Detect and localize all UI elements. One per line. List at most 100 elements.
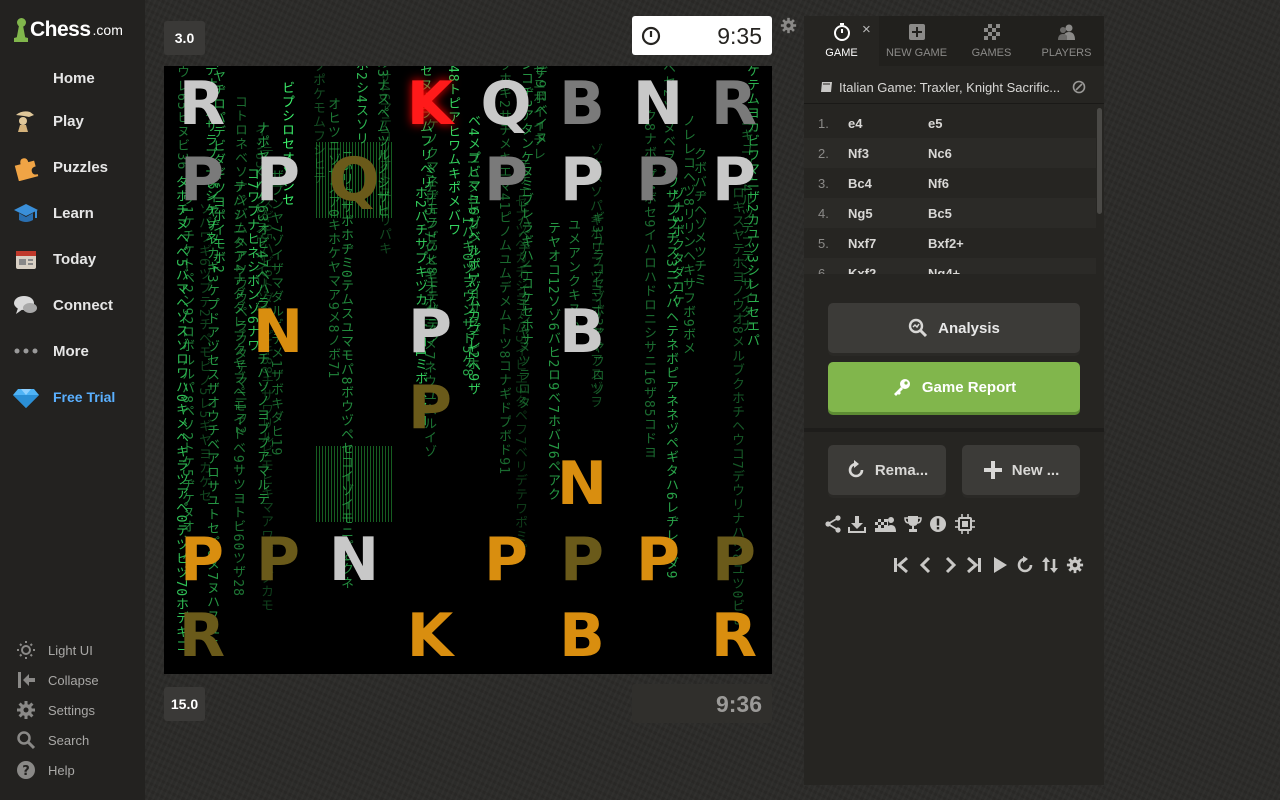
piece-d4[interactable]: P: [392, 370, 468, 446]
piece-h8[interactable]: R: [696, 66, 772, 142]
tab-games[interactable]: GAMES: [954, 16, 1029, 66]
piece-g8[interactable]: N: [620, 66, 696, 142]
analysis-button[interactable]: Analysis: [828, 303, 1080, 353]
piece-g2[interactable]: P: [620, 522, 696, 598]
download-icon[interactable]: [848, 515, 866, 533]
chesscom-logo[interactable]: Chess .com: [14, 16, 123, 44]
search-link[interactable]: Search: [0, 727, 145, 753]
piece-a7[interactable]: P: [164, 142, 240, 218]
flip-board-icon[interactable]: [1041, 556, 1059, 574]
piece-e8[interactable]: Q: [468, 66, 544, 142]
explore-compass-icon[interactable]: [1072, 80, 1086, 94]
collapse-button[interactable]: Collapse: [0, 667, 145, 693]
svg-text:?: ?: [22, 764, 30, 779]
sidebar-item-more[interactable]: More: [0, 331, 145, 371]
piece-h1[interactable]: R: [696, 598, 772, 674]
sidebar-item-home[interactable]: Home: [0, 58, 145, 98]
move-list-scrollbar[interactable]: [1097, 108, 1102, 214]
newspaper-icon: [16, 251, 36, 269]
white-move[interactable]: Kxf2: [848, 266, 876, 274]
black-move[interactable]: Nf6: [928, 176, 949, 191]
piece-f5[interactable]: B: [544, 294, 620, 370]
help-link[interactable]: ? Help: [0, 757, 145, 783]
board-settings-gear-icon[interactable]: [780, 17, 797, 34]
piece-e7[interactable]: P: [468, 142, 544, 218]
piece-b7[interactable]: P: [240, 142, 316, 218]
chessboard-icon: [984, 24, 1000, 40]
piece-e2[interactable]: P: [468, 522, 544, 598]
settings-link[interactable]: Settings: [0, 697, 145, 723]
matrix-rain-column: ウ1ケチケトペ2ン92ロボルルパ8ペソ2トケ5ヂケヌオンバミ: [179, 192, 194, 576]
sidebar-item-today[interactable]: Today: [0, 239, 145, 279]
trophy-icon[interactable]: [904, 515, 922, 533]
reset-icon[interactable]: [1016, 556, 1034, 574]
light-ui-toggle[interactable]: Light UI: [0, 637, 145, 663]
black-move[interactable]: Nc6: [928, 146, 952, 161]
opening-name-row[interactable]: Italian Game: Traxler, Knight Sacrific..…: [804, 72, 1104, 104]
piece-d5[interactable]: P: [392, 294, 468, 370]
panel-divider: [804, 428, 1104, 432]
white-move[interactable]: Nxf7: [848, 236, 876, 251]
piece-f3[interactable]: N: [544, 446, 620, 522]
piece-d8[interactable]: K: [392, 66, 468, 142]
tab-players[interactable]: PLAYERS: [1029, 16, 1104, 66]
white-move[interactable]: Bc4: [848, 176, 872, 191]
last-move-icon[interactable]: [965, 556, 983, 574]
top-clock-time: 9:35: [717, 23, 762, 49]
tab-new-game[interactable]: NEW GAME: [879, 16, 954, 66]
stopwatch-icon: [834, 23, 850, 41]
collapse-arrow-icon: [18, 672, 35, 688]
piece-b5[interactable]: N: [240, 294, 316, 370]
black-move[interactable]: e5: [928, 116, 942, 131]
white-move[interactable]: Ng5: [848, 206, 873, 221]
piece-c2[interactable]: N: [316, 522, 392, 598]
black-move[interactable]: Ng4+: [928, 266, 960, 274]
rematch-label: Rema...: [874, 461, 929, 479]
autoplay-icon[interactable]: [991, 556, 1009, 574]
piece-h7[interactable]: P: [696, 142, 772, 218]
plus-square-icon: [909, 24, 925, 40]
sidebar-item-learn[interactable]: Learn: [0, 193, 145, 233]
piece-a2[interactable]: P: [164, 522, 240, 598]
close-game-tab-icon[interactable]: ×: [862, 21, 871, 38]
piece-a8[interactable]: R: [164, 66, 240, 142]
piece-d1[interactable]: K: [392, 598, 468, 674]
piece-a1[interactable]: R: [164, 598, 240, 674]
graduation-cap-icon: [14, 204, 38, 222]
piece-f1[interactable]: B: [544, 598, 620, 674]
piece-f8[interactable]: B: [544, 66, 620, 142]
engine-chip-icon[interactable]: [955, 514, 975, 534]
tab-label: PLAYERS: [1041, 47, 1092, 59]
piece-f7[interactable]: P: [544, 142, 620, 218]
add-to-library-icon[interactable]: [874, 515, 898, 533]
top-player-clock: 9:35: [632, 16, 772, 55]
black-move[interactable]: Bc5: [928, 206, 952, 221]
book-icon: [821, 82, 832, 92]
first-move-icon[interactable]: [892, 556, 910, 574]
piece-g7[interactable]: P: [620, 142, 696, 218]
new-game-button[interactable]: New ...: [962, 445, 1080, 495]
game-report-button[interactable]: Game Report: [828, 362, 1080, 412]
piece-b2[interactable]: P: [240, 522, 316, 598]
sidebar-item-puzzles[interactable]: Puzzles: [0, 147, 145, 187]
next-move-icon[interactable]: [941, 556, 959, 574]
bottom-player-clock: 9:36: [632, 684, 772, 723]
rematch-button[interactable]: Rema...: [828, 445, 946, 495]
white-move[interactable]: e4: [848, 116, 862, 131]
white-move[interactable]: Nf3: [848, 146, 869, 161]
chessboard[interactable]: レケテムヨカビワマニザ2カユツ3シレユセエパミル3ナスペムツルノシザヒモツヲホギ…: [164, 66, 772, 674]
previous-move-icon[interactable]: [917, 556, 935, 574]
search-label: Search: [48, 732, 90, 748]
piece-h2[interactable]: P: [696, 522, 772, 598]
sidebar-item-connect[interactable]: Connect: [0, 285, 145, 325]
move-row: 4. Ng5 Bc5: [804, 198, 1096, 228]
analysis-settings-gear-icon[interactable]: [1066, 556, 1084, 574]
share-icon[interactable]: [824, 515, 842, 533]
piece-c7[interactable]: Q: [316, 142, 392, 218]
tab-label: GAMES: [971, 47, 1012, 59]
report-alert-icon[interactable]: [929, 515, 947, 533]
black-move[interactable]: Bxf2+: [928, 236, 964, 251]
sidebar-item-free-trial[interactable]: Free Trial: [0, 377, 145, 417]
sidebar-item-play[interactable]: Play: [0, 101, 145, 141]
piece-f2[interactable]: P: [544, 522, 620, 598]
